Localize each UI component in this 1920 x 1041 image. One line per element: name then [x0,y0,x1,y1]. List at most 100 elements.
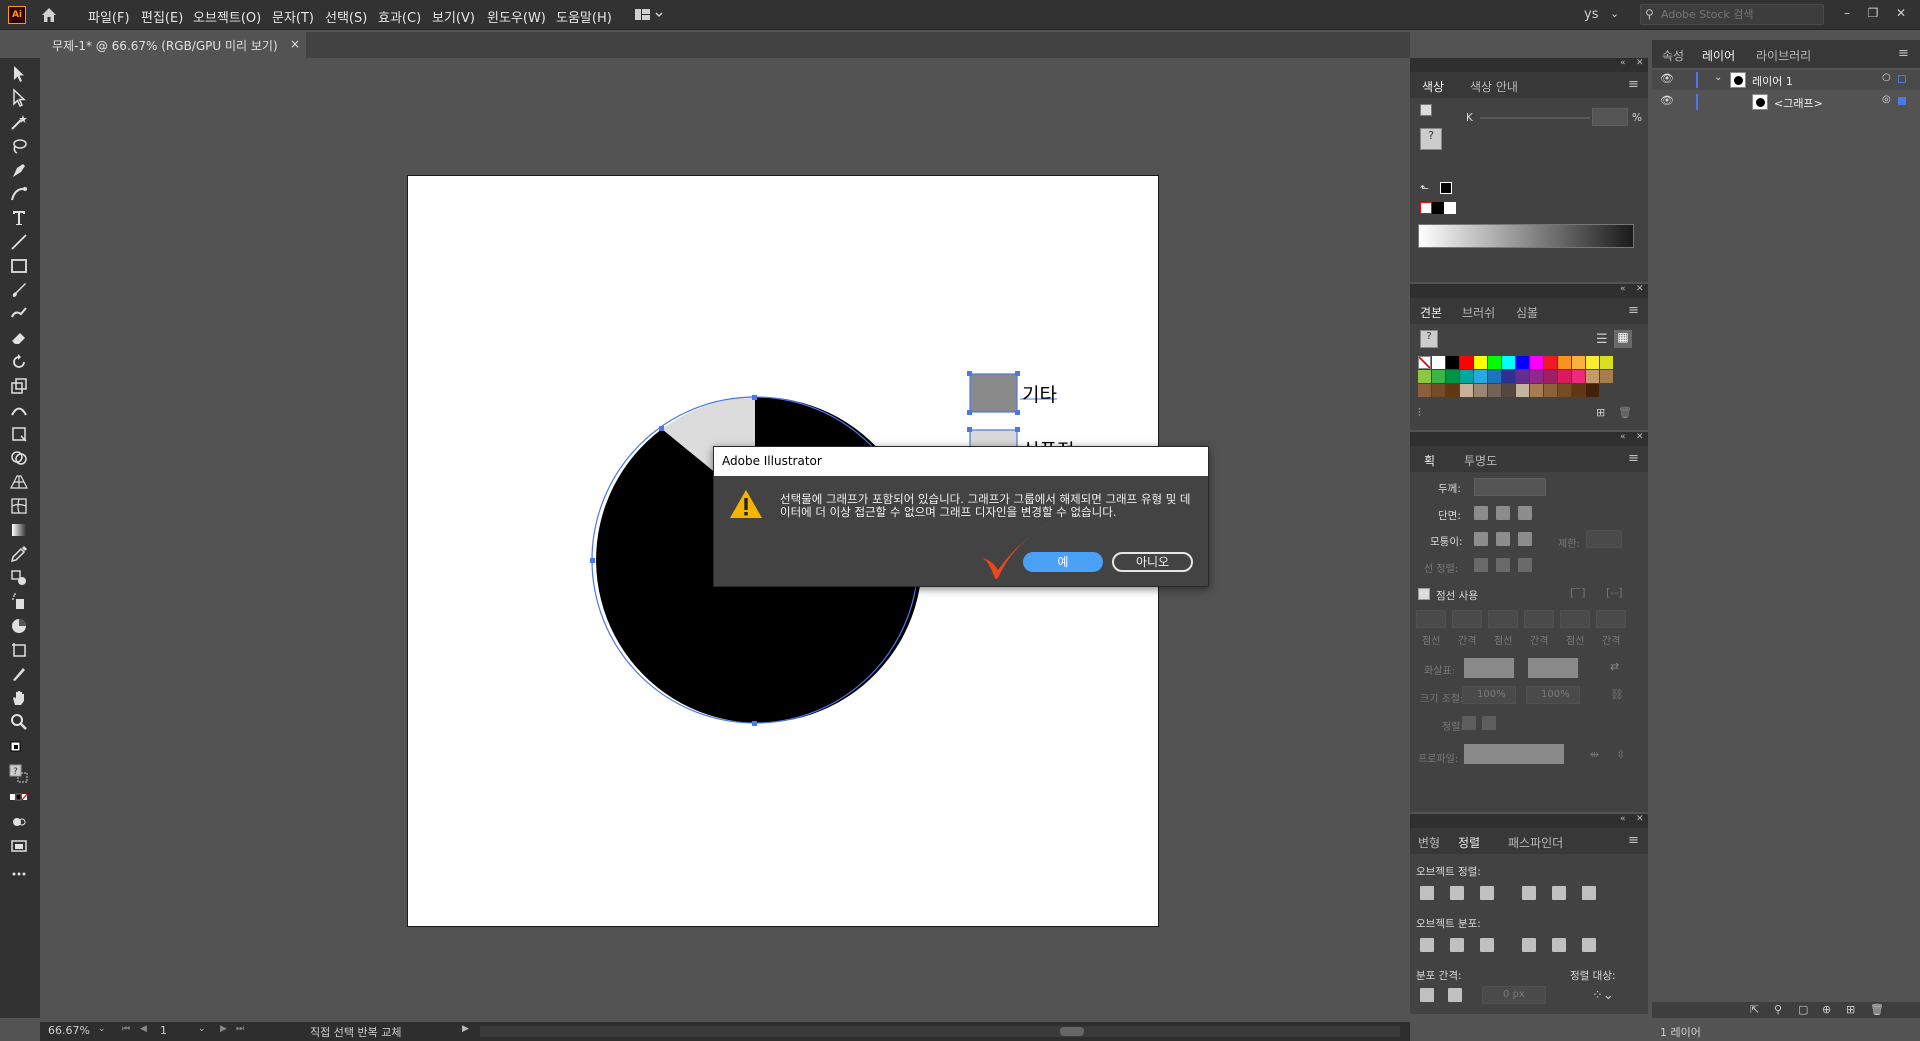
workspace-switcher-icon[interactable] [634,7,664,23]
shaper-tool-icon[interactable] [9,304,31,324]
swatch[interactable] [1432,370,1445,383]
lasso-tool-icon[interactable] [9,136,31,156]
layer-row[interactable]: 👁 <그래프> ◎ [1652,92,1920,112]
color-spectrum[interactable] [1418,224,1634,248]
swatch[interactable] [1544,356,1557,369]
swatch[interactable] [1488,370,1501,383]
free-transform-tool-icon[interactable] [9,424,31,444]
first-artboard-icon[interactable]: ⏮ [122,1024,130,1034]
locate-object-icon[interactable]: ⇱ [1750,1003,1759,1016]
menu-edit[interactable]: 편집(E) [141,7,183,26]
chevron-down-icon[interactable]: ⌄ [198,1024,206,1034]
flip-horizontal-icon[interactable]: ⇹ [1590,748,1599,761]
more-tools-icon[interactable] [9,864,31,884]
new-layer-icon[interactable]: ⊞ [1846,1003,1855,1016]
start-scale-input[interactable]: 100% [1462,686,1516,704]
gap-input[interactable] [1524,610,1554,628]
delete-layer-icon[interactable]: 🗑 [1870,1003,1884,1016]
close-panel-icon[interactable]: ✕ [1636,432,1644,442]
swatch[interactable] [1460,356,1473,369]
panel-menu-icon[interactable]: ≡ [1628,451,1639,466]
color-mode-icon[interactable] [9,788,31,808]
distribute-vcenter-icon[interactable] [1450,938,1464,952]
prev-artboard-icon[interactable]: ◀ [140,1024,147,1034]
width-tool-icon[interactable] [9,400,31,420]
none-color-icon[interactable] [1420,202,1432,214]
grid-view-icon[interactable]: ▦ [1614,330,1632,348]
tab-properties[interactable]: 속성 [1662,47,1684,64]
home-icon[interactable] [40,6,58,24]
visibility-eye-icon[interactable]: 👁 [1660,94,1674,107]
profile-select[interactable] [1464,744,1564,764]
distribute-left-icon[interactable] [1522,938,1536,952]
clipping-mask-icon[interactable]: ▢ [1798,1003,1808,1016]
swatch[interactable] [1460,370,1473,383]
swatch[interactable] [1530,370,1543,383]
distribute-hcenter-icon[interactable] [1552,938,1566,952]
menu-object[interactable]: 오브젝트(O) [193,7,261,26]
eyedropper-tool-icon[interactable] [9,544,31,564]
limit-input[interactable] [1586,530,1622,548]
swatch[interactable] [1418,384,1431,397]
close-panel-icon[interactable]: ✕ [1636,814,1644,824]
artboard-number[interactable]: 1 [160,1024,167,1037]
k-value-input[interactable] [1592,108,1628,126]
k-slider[interactable] [1480,117,1590,119]
fill-proxy-icon[interactable]: ? [1420,128,1442,150]
arrow-place-icon[interactable] [1482,716,1496,730]
close-panel-icon[interactable]: ✕ [1636,284,1644,294]
chevron-down-icon[interactable]: ⌄ [98,1024,106,1034]
distribute-vspace-icon[interactable] [1420,988,1434,1002]
swatch[interactable] [1474,356,1487,369]
visibility-eye-icon[interactable]: 👁 [1660,72,1674,85]
distribute-bottom-icon[interactable] [1480,938,1494,952]
horizontal-scrollbar[interactable] [480,1026,1400,1037]
miter-join-icon[interactable] [1474,532,1488,546]
swatch[interactable] [1600,356,1613,369]
swap-icon[interactable]: ⬑ [1420,182,1429,195]
yes-button[interactable]: 예 [1023,552,1103,572]
scrollbar-thumb[interactable] [1060,1027,1084,1036]
menu-help[interactable]: 도움말(H) [556,7,612,26]
menu-window[interactable]: 윈도우(W) [487,7,546,26]
swatch[interactable] [1544,370,1557,383]
swatch[interactable] [1572,384,1585,397]
last-color-icon[interactable] [1440,182,1452,194]
end-scale-input[interactable]: 100% [1526,686,1580,704]
sublayer-name[interactable]: <그래프> [1774,95,1823,111]
rotate-tool-icon[interactable] [9,352,31,372]
black-color-icon[interactable] [1432,202,1444,214]
align-right-icon[interactable] [1480,886,1494,900]
gap-input[interactable] [1596,610,1626,628]
distribute-hspace-icon[interactable] [1448,988,1462,1002]
menu-file[interactable]: 파일(F) [88,7,130,26]
menu-type[interactable]: 문자(T) [272,7,314,26]
close-window-button[interactable]: ✕ [1890,4,1912,22]
chevron-down-icon[interactable]: ⌄ [1714,72,1722,83]
swatch[interactable] [1516,356,1529,369]
mesh-tool-icon[interactable] [9,496,31,516]
new-swatch-icon[interactable]: ⊞ [1596,406,1605,419]
end-arrowhead-select[interactable] [1528,658,1578,678]
swatch[interactable] [1572,356,1585,369]
layer-name[interactable]: 레이어 1 [1752,73,1793,89]
swatch[interactable] [1544,384,1557,397]
restore-button[interactable]: ❐ [1862,4,1884,22]
dash-align-icon[interactable]: [--] [1606,586,1623,599]
swatch[interactable] [1488,356,1501,369]
swap-arrowheads-icon[interactable]: ⇄ [1610,660,1619,673]
align-vcenter-icon[interactable] [1552,886,1566,900]
collapse-icon[interactable]: « [1620,432,1626,442]
white-color-icon[interactable] [1444,202,1456,214]
align-top-icon[interactable] [1522,886,1536,900]
swatch[interactable] [1558,356,1571,369]
swatch-none[interactable] [1418,356,1431,369]
swatch[interactable] [1432,356,1445,369]
tab-symbols[interactable]: 심볼 [1516,304,1538,321]
selection-tool-icon[interactable] [9,64,31,84]
tab-align[interactable]: 정렬 [1458,834,1480,851]
tab-libraries[interactable]: 라이브러리 [1756,47,1811,64]
collapse-icon[interactable]: « [1620,284,1626,294]
fill-stroke-proxy-icon[interactable]: ? [9,764,31,784]
slice-tool-icon[interactable] [9,664,31,684]
